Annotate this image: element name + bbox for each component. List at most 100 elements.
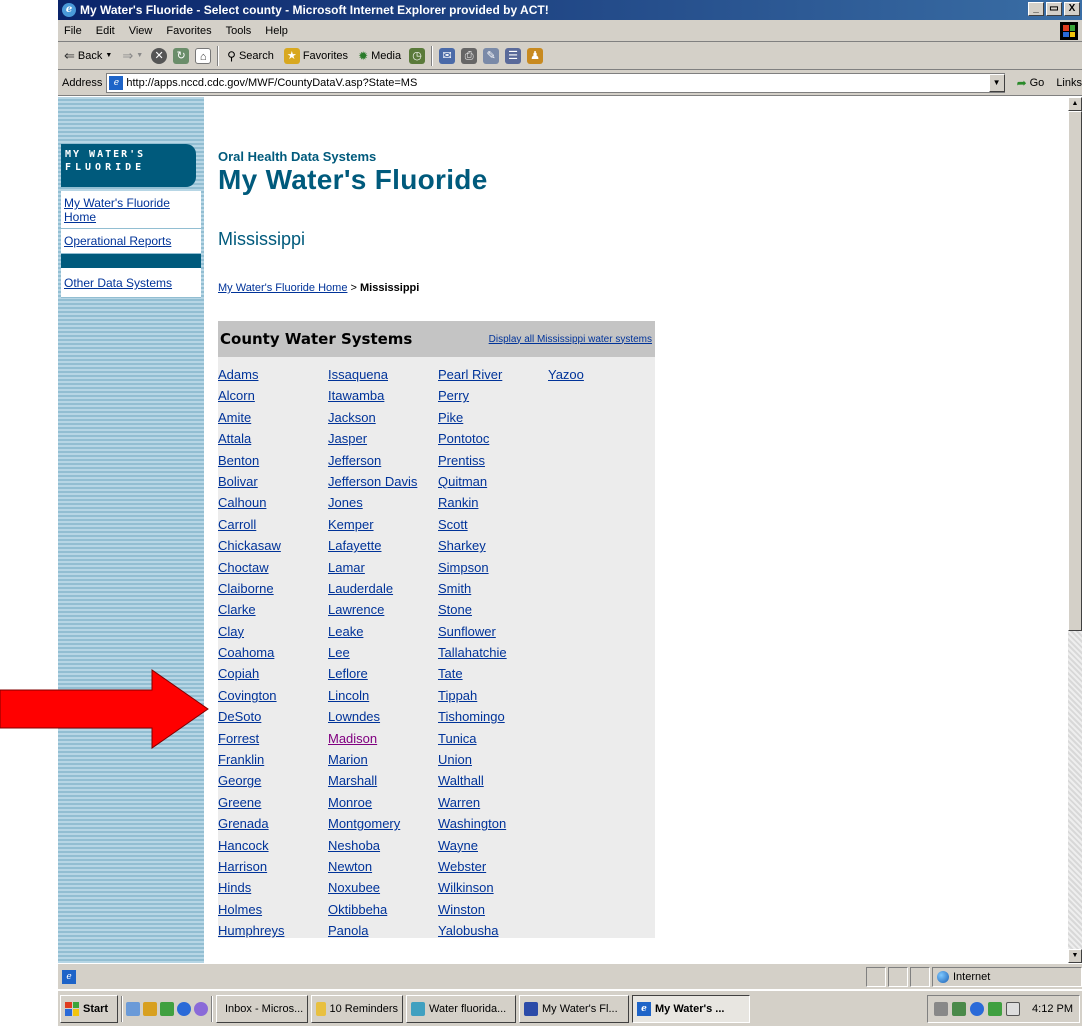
county-link[interactable]: Tallahatchie <box>438 642 548 663</box>
county-link[interactable]: Tippah <box>438 685 548 706</box>
menu-edit[interactable]: Edit <box>96 25 115 37</box>
back-button[interactable]: ⇐ Back ▼ <box>62 48 114 64</box>
county-link[interactable]: Rankin <box>438 492 548 513</box>
sidebar-item-operational-reports[interactable]: Operational Reports <box>61 229 201 254</box>
media-icon[interactable] <box>194 1001 208 1016</box>
menu-help[interactable]: Help <box>265 25 288 37</box>
home-icon[interactable]: ⌂ <box>195 47 212 64</box>
taskbar-button-inbox[interactable]: Inbox - Micros... <box>216 994 308 1023</box>
mail-icon[interactable] <box>1006 1001 1021 1016</box>
search-button[interactable]: ⚲ Search <box>225 49 276 63</box>
county-link[interactable]: Clarke <box>218 599 328 620</box>
discuss-icon[interactable]: ☰ <box>505 47 522 64</box>
county-link[interactable]: Wayne <box>438 835 548 856</box>
network-icon[interactable] <box>952 1001 967 1016</box>
county-link[interactable]: Forrest <box>218 728 328 749</box>
county-link[interactable]: Leflore <box>328 663 438 684</box>
county-link[interactable]: Marion <box>328 749 438 770</box>
county-link[interactable]: Harrison <box>218 856 328 877</box>
county-link[interactable]: Smith <box>438 578 548 599</box>
county-link[interactable]: Issaquena <box>328 364 438 385</box>
address-dropdown-button[interactable]: ▼ <box>988 73 1005 92</box>
county-link[interactable]: Sunflower <box>438 621 548 642</box>
county-link[interactable]: Webster <box>438 856 548 877</box>
taskbar-button-reminders[interactable]: 10 Reminders <box>311 994 403 1023</box>
county-link[interactable]: Hancock <box>218 835 328 856</box>
county-link[interactable]: Oktibbeha <box>328 899 438 920</box>
county-link[interactable]: Yazoo <box>548 364 658 385</box>
county-link[interactable]: Pontotoc <box>438 428 548 449</box>
county-link[interactable]: Montgomery <box>328 813 438 834</box>
refresh-icon[interactable]: ↻ <box>173 47 190 64</box>
menu-view[interactable]: View <box>129 25 153 37</box>
county-link[interactable]: Choctaw <box>218 557 328 578</box>
county-link[interactable]: Itawamba <box>328 385 438 406</box>
county-link[interactable]: Lauderdale <box>328 578 438 599</box>
county-link[interactable]: Tate <box>438 663 548 684</box>
sync-icon[interactable] <box>970 1001 985 1016</box>
county-link[interactable]: Madison <box>328 728 438 749</box>
county-link[interactable]: Yalobusha <box>438 920 548 941</box>
edit-icon[interactable]: ✎ <box>483 47 500 64</box>
address-input[interactable]: e http://apps.nccd.cdc.gov/MWF/CountyDat… <box>106 72 1005 93</box>
county-link[interactable]: Alcorn <box>218 385 328 406</box>
county-link[interactable]: Bolivar <box>218 471 328 492</box>
county-link[interactable]: Lamar <box>328 557 438 578</box>
county-link[interactable]: Attala <box>218 428 328 449</box>
county-link[interactable]: Lawrence <box>328 599 438 620</box>
county-link[interactable]: Carroll <box>218 514 328 535</box>
county-link[interactable]: Calhoun <box>218 492 328 513</box>
messenger-icon[interactable]: ♟ <box>527 47 544 64</box>
county-link[interactable]: Stone <box>438 599 548 620</box>
county-link[interactable]: Prentiss <box>438 450 548 471</box>
media-button[interactable]: ✹ Media <box>356 49 403 63</box>
county-link[interactable]: Pike <box>438 407 548 428</box>
county-link[interactable]: Lowndes <box>328 706 438 727</box>
sidebar-item-other-data-systems[interactable]: Other Data Systems <box>61 268 201 298</box>
county-link[interactable]: Simpson <box>438 557 548 578</box>
taskbar-button-search[interactable]: Water fluorida... <box>406 994 516 1023</box>
history-icon[interactable]: ◷ <box>409 47 426 64</box>
messenger-icon[interactable] <box>988 1001 1003 1016</box>
close-button[interactable]: X <box>1064 2 1080 16</box>
county-link[interactable]: Holmes <box>218 899 328 920</box>
scroll-down-button[interactable]: ▼ <box>1068 949 1082 963</box>
county-link[interactable]: Newton <box>328 856 438 877</box>
scroll-thumb[interactable] <box>1068 111 1082 631</box>
messenger-icon[interactable] <box>177 1001 191 1016</box>
county-link[interactable]: Clay <box>218 621 328 642</box>
menu-file[interactable]: File <box>64 25 82 37</box>
county-link[interactable]: George <box>218 770 328 791</box>
county-link[interactable]: Greene <box>218 792 328 813</box>
site-logo[interactable]: MY WATER'S FLUORIDE <box>61 144 196 187</box>
vertical-scrollbar[interactable]: ▲ ▼ <box>1068 97 1082 963</box>
county-link[interactable]: Wilkinson <box>438 877 548 898</box>
county-link[interactable]: Coahoma <box>218 642 328 663</box>
county-link[interactable]: Claiborne <box>218 578 328 599</box>
taskbar-button-word[interactable]: My Water's Fl... <box>519 994 629 1023</box>
menu-favorites[interactable]: Favorites <box>166 25 211 37</box>
display-all-link[interactable]: Display all Mississippi water systems <box>489 334 652 345</box>
county-link[interactable]: Tunica <box>438 728 548 749</box>
county-link[interactable]: Union <box>438 749 548 770</box>
print-icon[interactable]: ⎙ <box>461 47 478 64</box>
county-link[interactable]: Jones <box>328 492 438 513</box>
county-link[interactable]: Quitman <box>438 471 548 492</box>
county-link[interactable]: Lee <box>328 642 438 663</box>
county-link[interactable]: Franklin <box>218 749 328 770</box>
desktop-icon[interactable] <box>126 1001 140 1016</box>
restore-button[interactable]: ▭ <box>1046 2 1062 16</box>
county-link[interactable]: Lincoln <box>328 685 438 706</box>
county-link[interactable]: Copiah <box>218 663 328 684</box>
county-link[interactable]: Kemper <box>328 514 438 535</box>
sidebar-item-home[interactable]: My Water's Fluoride Home <box>61 191 201 229</box>
county-link[interactable]: Sharkey <box>438 535 548 556</box>
minimize-button[interactable]: _ <box>1028 2 1044 16</box>
county-link[interactable]: Monroe <box>328 792 438 813</box>
menu-tools[interactable]: Tools <box>226 25 252 37</box>
favorites-button[interactable]: ★ Favorites <box>282 47 350 64</box>
county-link[interactable]: Panola <box>328 920 438 941</box>
scroll-up-button[interactable]: ▲ <box>1068 97 1082 111</box>
taskbar-button-ie[interactable]: e My Water's ... <box>632 994 750 1023</box>
go-button[interactable]: ➦ Go <box>1015 76 1047 90</box>
